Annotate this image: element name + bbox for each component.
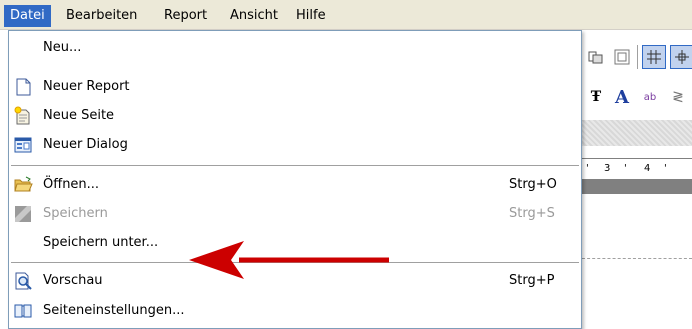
new-page-icon [13,106,33,126]
blank-page-icon [13,77,33,97]
align-icon[interactable] [584,45,608,69]
menu-item-neuer-dialog[interactable]: Neuer Dialog [9,130,581,159]
preview-icon [13,271,33,291]
menu-item-neuer-report[interactable]: Neuer Report [9,72,581,101]
menu-item-neu[interactable]: Neu... [9,33,581,62]
page-margin-line [582,258,692,259]
menu-bearbeiten[interactable]: Bearbeiten [60,5,143,27]
hatched-band [582,120,692,146]
wrap-icon[interactable]: ≷ [666,85,690,109]
page-setup-icon [13,301,33,321]
ruler: ' 3 ' 4 ' [582,158,692,180]
red-arrow-icon [189,241,389,279]
toolbar-separator [637,45,638,69]
datei-dropdown-menu: Neu... Neuer Report Neue Seite Neuer Dia… [8,30,582,329]
layout-icon[interactable] [610,45,634,69]
menu-report[interactable]: Report [158,5,213,27]
menu-ansicht[interactable]: Ansicht [224,5,284,27]
font-icon[interactable]: Ŧ [584,85,608,109]
menu-item-seiteneinstellungen[interactable]: Seiteneinstellungen... [9,296,581,325]
menu-item-oeffnen[interactable]: Öffnen... Strg+O [9,170,581,199]
band-header [582,180,692,194]
toolbar-row-2: Ŧ A ab ≷ [582,82,692,112]
background-editor: Ŧ A ab ≷ ' 3 ' 4 ' [582,30,692,329]
grid-icon[interactable] [642,45,666,69]
save-icon [13,204,33,224]
highlight-icon[interactable]: ab [638,85,662,109]
open-folder-icon [13,175,33,195]
dialog-icon [13,135,33,155]
menu-separator [11,165,579,167]
text-color-icon[interactable]: A [610,85,634,109]
menu-item-neue-seite[interactable]: Neue Seite [9,101,581,130]
toolbar-row-1 [582,42,692,72]
menu-item-speichern[interactable]: Speichern Strg+S [9,199,581,228]
menu-datei[interactable]: Datei [4,5,51,27]
menu-hilfe[interactable]: Hilfe [290,5,332,27]
snap-icon[interactable] [670,45,692,69]
menu-bar: Datei Bearbeiten Report Ansicht Hilfe [0,0,692,30]
